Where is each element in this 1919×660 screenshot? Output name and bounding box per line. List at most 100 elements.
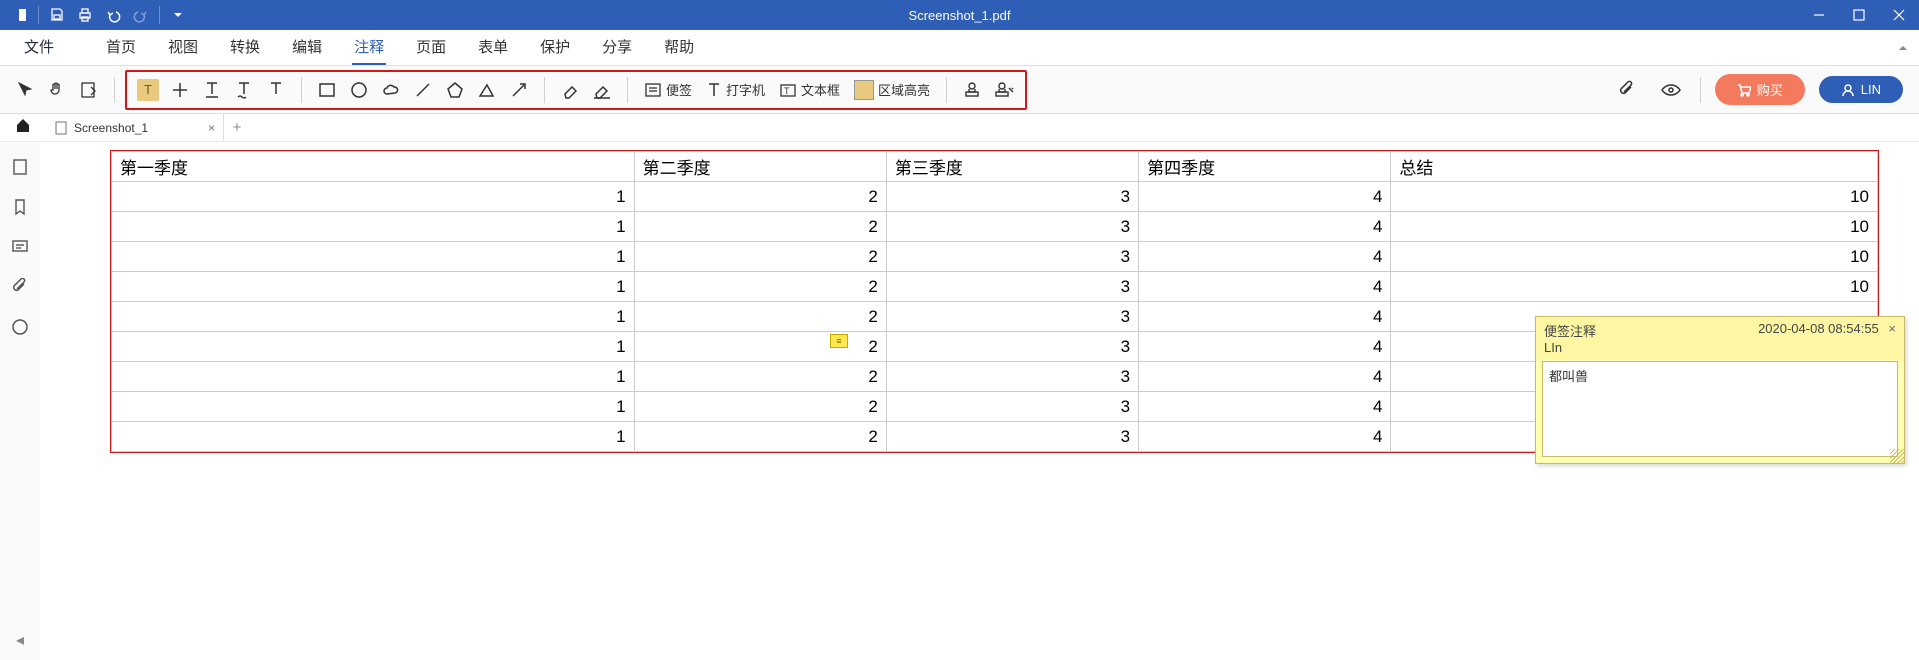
- cell: 10: [1391, 182, 1878, 212]
- thumbnails-icon[interactable]: [9, 156, 31, 178]
- undo-icon[interactable]: [99, 0, 127, 30]
- view-mode-icon[interactable]: [1656, 75, 1686, 105]
- maximize-button[interactable]: [1839, 0, 1879, 30]
- cell: 1: [112, 182, 635, 212]
- cell: 10: [1391, 242, 1878, 272]
- cell: 1: [112, 332, 635, 362]
- col-header: 第一季度: [112, 152, 635, 182]
- left-panel-rail: ◂: [0, 142, 40, 660]
- menu-item-0[interactable]: 首页: [90, 30, 152, 65]
- collapse-rail-icon[interactable]: ◂: [16, 630, 24, 650]
- cell: 2: [634, 362, 886, 392]
- svg-text:T: T: [784, 86, 790, 96]
- cell: 3: [886, 242, 1138, 272]
- cell: 3: [886, 182, 1138, 212]
- cell: 4: [1139, 422, 1391, 452]
- col-header: 第四季度: [1139, 152, 1391, 182]
- sticky-body[interactable]: 都叫兽: [1542, 361, 1898, 457]
- sticky-note-label: 便签: [666, 80, 692, 99]
- cell: 10: [1391, 212, 1878, 242]
- typewriter-tool[interactable]: 打字机: [700, 80, 771, 99]
- underline-icon[interactable]: [197, 75, 227, 105]
- strikethrough-icon[interactable]: [165, 75, 195, 105]
- select-tool-icon[interactable]: [10, 75, 40, 105]
- sticky-note-popup[interactable]: 便签注释 2020-04-08 08:54:55 × LIn 都叫兽: [1535, 316, 1905, 464]
- cell: 3: [886, 422, 1138, 452]
- comments-icon[interactable]: [9, 236, 31, 258]
- textbox-label: 文本框: [801, 80, 840, 99]
- sticky-close-icon[interactable]: ×: [1888, 321, 1896, 336]
- cell: 1: [112, 392, 635, 422]
- edit-tool-icon[interactable]: [74, 75, 104, 105]
- add-tab-button[interactable]: +: [224, 119, 250, 136]
- redo-icon[interactable]: [127, 0, 155, 30]
- cell: 2: [634, 302, 886, 332]
- arrow-shape-icon[interactable]: [504, 75, 534, 105]
- line-shape-icon[interactable]: [408, 75, 438, 105]
- attachment-icon[interactable]: [1612, 75, 1642, 105]
- bookmarks-icon[interactable]: [9, 196, 31, 218]
- cell: 4: [1139, 212, 1391, 242]
- attachments-panel-icon[interactable]: [9, 276, 31, 298]
- cell: 1: [112, 242, 635, 272]
- menu-item-4[interactable]: 注释: [338, 30, 400, 65]
- table-row: 123410: [112, 212, 1878, 242]
- polygon-shape-icon[interactable]: [440, 75, 470, 105]
- cell: 2: [634, 392, 886, 422]
- menu-item-7[interactable]: 保护: [524, 30, 586, 65]
- sticky-resize-handle[interactable]: [1890, 449, 1904, 463]
- caret-icon[interactable]: [261, 75, 291, 105]
- close-tab-icon[interactable]: ×: [208, 121, 215, 135]
- signature-tool-icon[interactable]: [989, 75, 1019, 105]
- cell: 1: [112, 362, 635, 392]
- menu-item-2[interactable]: 转换: [214, 30, 276, 65]
- minimize-button[interactable]: [1799, 0, 1839, 30]
- hand-tool-icon[interactable]: [42, 75, 72, 105]
- cell: 3: [886, 272, 1138, 302]
- circle-shape-icon[interactable]: [344, 75, 374, 105]
- cell: 2: [634, 332, 886, 362]
- polyline-shape-icon[interactable]: [472, 75, 502, 105]
- area-highlight-swatch-icon: [854, 80, 874, 100]
- cell: 1: [112, 272, 635, 302]
- table-row: 123410: [112, 272, 1878, 302]
- search-panel-icon[interactable]: [9, 316, 31, 338]
- cell: 2: [634, 422, 886, 452]
- home-tab-icon[interactable]: [14, 116, 32, 139]
- menu-item-3[interactable]: 编辑: [276, 30, 338, 65]
- highlight-text-icon[interactable]: T: [133, 75, 163, 105]
- stamp-tool-icon[interactable]: [957, 75, 987, 105]
- menu-item-6[interactable]: 表单: [462, 30, 524, 65]
- cell: 1: [112, 212, 635, 242]
- cell: 1: [112, 422, 635, 452]
- menu-item-1[interactable]: 视图: [152, 30, 214, 65]
- col-header: 第三季度: [886, 152, 1138, 182]
- save-icon[interactable]: [43, 0, 71, 30]
- document-tab[interactable]: Screenshot_1 ×: [44, 114, 224, 142]
- eraser-soft-icon[interactable]: [555, 75, 585, 105]
- buy-button[interactable]: 购买: [1715, 74, 1805, 105]
- rectangle-shape-icon[interactable]: [312, 75, 342, 105]
- cell: 2: [634, 212, 886, 242]
- area-highlight-tool[interactable]: 区域高亮: [848, 80, 936, 100]
- menu-item-5[interactable]: 页面: [400, 30, 462, 65]
- sticky-author: LIn: [1536, 340, 1904, 359]
- cell: 3: [886, 302, 1138, 332]
- note-annotation-marker[interactable]: ≡: [830, 334, 848, 348]
- qat-dropdown-icon[interactable]: [164, 0, 192, 30]
- eraser-hard-icon[interactable]: [587, 75, 617, 105]
- cell: 2: [634, 242, 886, 272]
- cloud-shape-icon[interactable]: [376, 75, 406, 105]
- cell: 4: [1139, 242, 1391, 272]
- menu-item-8[interactable]: 分享: [586, 30, 648, 65]
- file-menu[interactable]: 文件: [8, 30, 70, 65]
- print-icon[interactable]: [71, 0, 99, 30]
- collapse-ribbon-icon[interactable]: [1897, 41, 1909, 59]
- title-bar: Screenshot_1.pdf: [0, 0, 1919, 30]
- textbox-tool[interactable]: T 文本框: [773, 80, 846, 99]
- menu-item-9[interactable]: 帮助: [648, 30, 710, 65]
- sticky-note-tool[interactable]: 便签: [638, 80, 698, 99]
- user-button[interactable]: LIN: [1819, 76, 1903, 103]
- close-button[interactable]: [1879, 0, 1919, 30]
- squiggly-icon[interactable]: [229, 75, 259, 105]
